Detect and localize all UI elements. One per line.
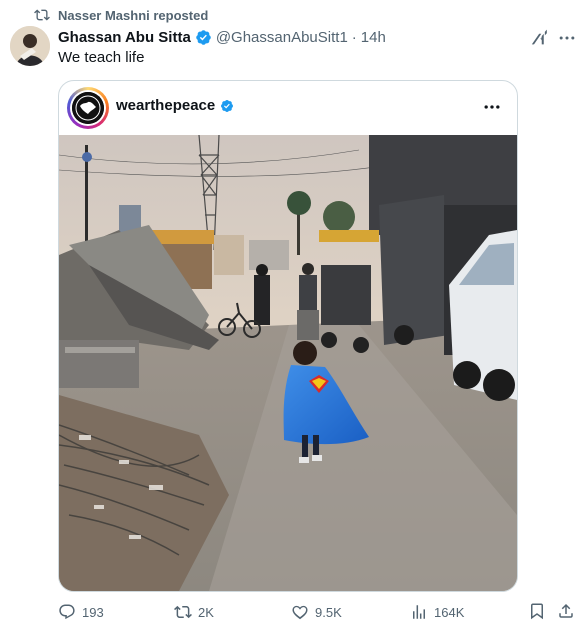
reply-count: 193 bbox=[82, 604, 104, 620]
views-button[interactable]: 164K bbox=[410, 602, 464, 622]
repost-indicator[interactable]: Nasser Mashni reposted bbox=[34, 6, 208, 24]
embed-account-name: wearthepeace bbox=[116, 97, 216, 114]
verified-icon bbox=[196, 29, 211, 45]
more-icon[interactable] bbox=[557, 28, 577, 48]
action-bar: 193 2K 9.5K 164K bbox=[58, 600, 578, 624]
post-text: We teach life bbox=[58, 49, 145, 66]
embed-more-icon[interactable] bbox=[481, 97, 503, 117]
verified-icon bbox=[221, 99, 234, 112]
repost-button[interactable]: 2K bbox=[174, 602, 214, 622]
separator: · bbox=[351, 28, 357, 46]
avatar[interactable] bbox=[10, 26, 50, 66]
like-count: 9.5K bbox=[315, 604, 342, 620]
views-count: 164K bbox=[434, 604, 465, 620]
repost-text: Nasser Mashni reposted bbox=[58, 7, 209, 23]
embed-avatar[interactable] bbox=[67, 87, 109, 129]
like-icon bbox=[292, 605, 308, 620]
like-button[interactable]: 9.5K bbox=[291, 602, 342, 622]
grok-icon[interactable] bbox=[530, 28, 550, 48]
repost-count: 2K bbox=[198, 604, 214, 620]
embed-account[interactable]: wearthepeace bbox=[116, 97, 234, 114]
author-name[interactable]: Ghassan Abu Sitta bbox=[58, 29, 191, 46]
reply-icon bbox=[59, 604, 75, 620]
views-icon bbox=[413, 605, 425, 619]
post-time[interactable]: 14h bbox=[361, 29, 386, 46]
share-icon[interactable] bbox=[557, 602, 575, 620]
bookmark-icon[interactable] bbox=[528, 602, 546, 620]
post-header: Ghassan Abu Sitta @GhassanAbuSitt1 · 14h bbox=[58, 27, 516, 47]
author-handle[interactable]: @GhassanAbuSitt1 bbox=[216, 29, 348, 46]
post-photo[interactable] bbox=[59, 135, 517, 591]
reply-button[interactable]: 193 bbox=[58, 602, 104, 622]
repost-icon bbox=[34, 9, 50, 21]
repost-icon bbox=[174, 605, 192, 619]
embed-header: wearthepeace bbox=[59, 81, 517, 135]
embedded-post[interactable]: wearthepeace bbox=[58, 80, 518, 592]
